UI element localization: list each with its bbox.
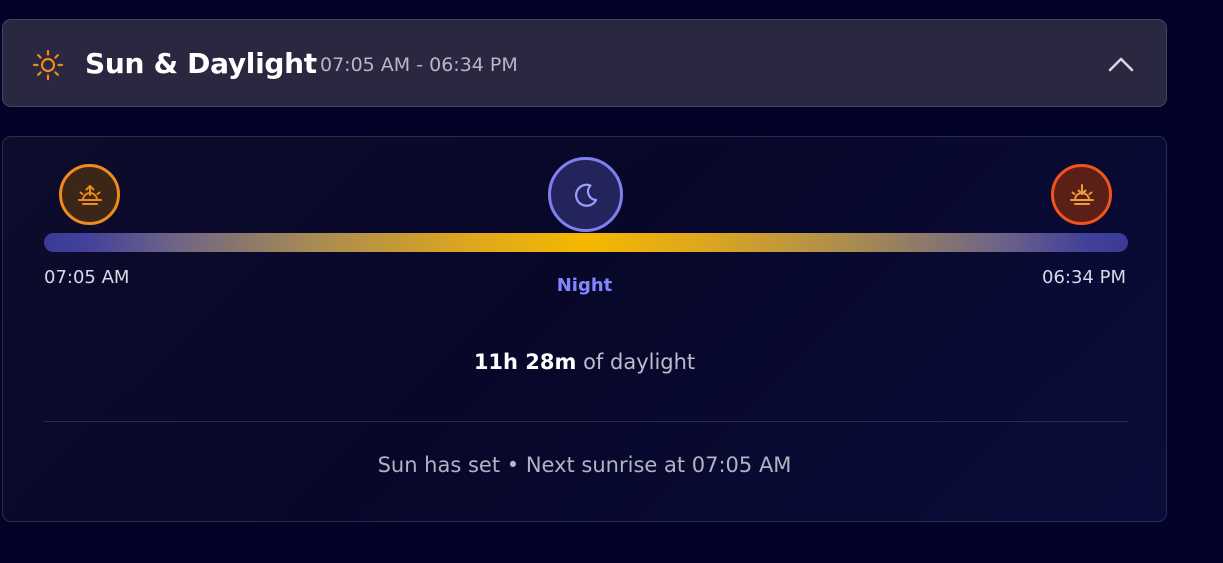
divider [44, 421, 1128, 422]
sunset-icon [1051, 164, 1112, 225]
daylight-panel: 07:05 AM Night 06:34 PM 11h 28m of dayli… [2, 136, 1167, 522]
sunrise-icon [59, 164, 120, 225]
daylight-time-range: 07:05 AM - 06:34 PM [320, 54, 518, 76]
daylight-duration-suffix: of daylight [576, 350, 696, 374]
daylight-progress-bar [44, 233, 1128, 252]
sun-status: Sun has set • Next sunrise at 07:05 AM [377, 453, 792, 477]
moon-icon [548, 157, 623, 232]
daylight-duration: 11h 28m of daylight [3, 349, 1166, 375]
chevron-up-icon[interactable] [1106, 50, 1136, 78]
section-title: Sun & Daylight [85, 47, 317, 80]
sun-icon [31, 48, 65, 82]
phase-label: Night [556, 275, 613, 296]
daylight-duration-value: 11h 28m [473, 350, 577, 374]
sunset-time: 06:34 PM [1042, 267, 1126, 288]
sun-daylight-header[interactable]: Sun & Daylight 07:05 AM - 06:34 PM [2, 19, 1167, 107]
